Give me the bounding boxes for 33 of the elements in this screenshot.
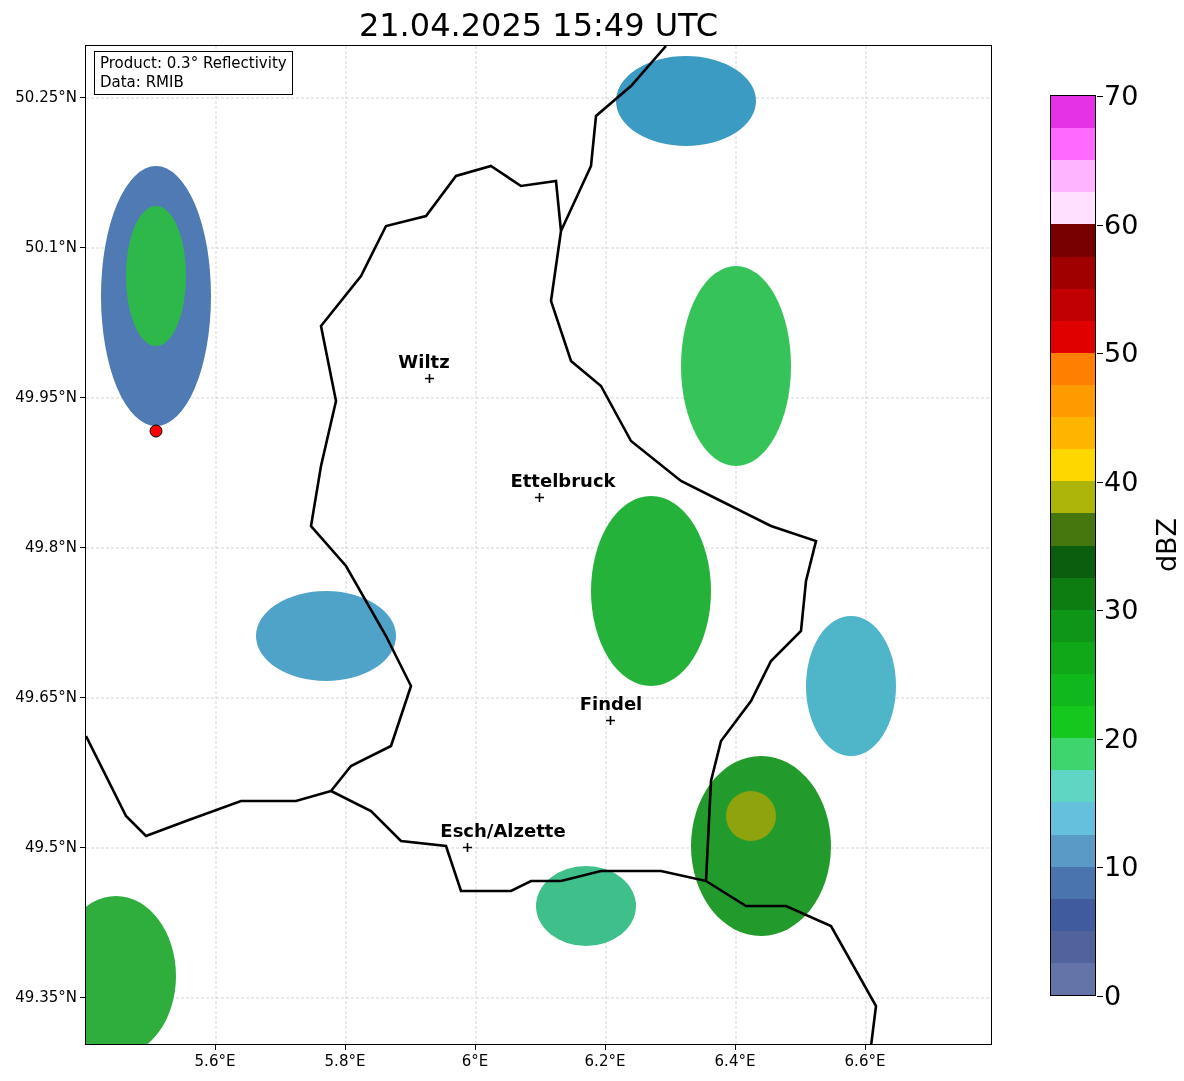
cross-marker-icon	[606, 716, 615, 725]
cross-marker-icon	[463, 843, 472, 852]
axis-label: 49.8°N	[24, 538, 77, 556]
cross-marker-icon	[425, 374, 434, 383]
colorbar-tick-label: 50	[1104, 338, 1139, 369]
axis-label: 49.35°N	[15, 988, 77, 1006]
colorbar-label: dBZ	[1152, 517, 1183, 573]
axis-label: 49.95°N	[15, 388, 77, 406]
colorbar-tick-label: 0	[1104, 981, 1122, 1011]
colorbar-tick-label: 20	[1104, 723, 1139, 754]
axis-label: 6.4°E	[714, 1052, 756, 1070]
axis-label: 50.1°N	[24, 238, 77, 256]
axis-label: 5.6°E	[194, 1052, 236, 1070]
info-text: Data: RMIB	[100, 73, 185, 92]
axis-label: 6.2°E	[584, 1052, 626, 1070]
chart-title: 21.04.2025 15:49 UTC	[357, 5, 720, 46]
colorbar-tick-label: 40	[1104, 466, 1139, 497]
axis-label: 49.65°N	[15, 688, 77, 706]
colorbar-tick-label: 60	[1104, 209, 1139, 240]
colorbar-tick-label: 10	[1104, 852, 1139, 883]
place-label: Esch/Alzette	[440, 821, 566, 841]
axis-label: 49.5°N	[24, 838, 77, 856]
colorbar-tick-label: 30	[1104, 595, 1139, 626]
info-text: Product: 0.3° Reflectivity	[100, 54, 287, 73]
axis-label: 6°E	[461, 1052, 489, 1070]
colorbar-tick-label: 70	[1104, 81, 1139, 111]
axis-label: 50.25°N	[15, 88, 77, 106]
axis-label: 5.8°E	[324, 1052, 366, 1070]
place-label: Findel	[579, 694, 643, 714]
cross-marker-icon	[535, 493, 544, 502]
place-label: Wiltz	[398, 352, 450, 372]
place-label: Ettelbruck	[510, 471, 616, 491]
axis-label: 6.6°E	[844, 1052, 886, 1070]
